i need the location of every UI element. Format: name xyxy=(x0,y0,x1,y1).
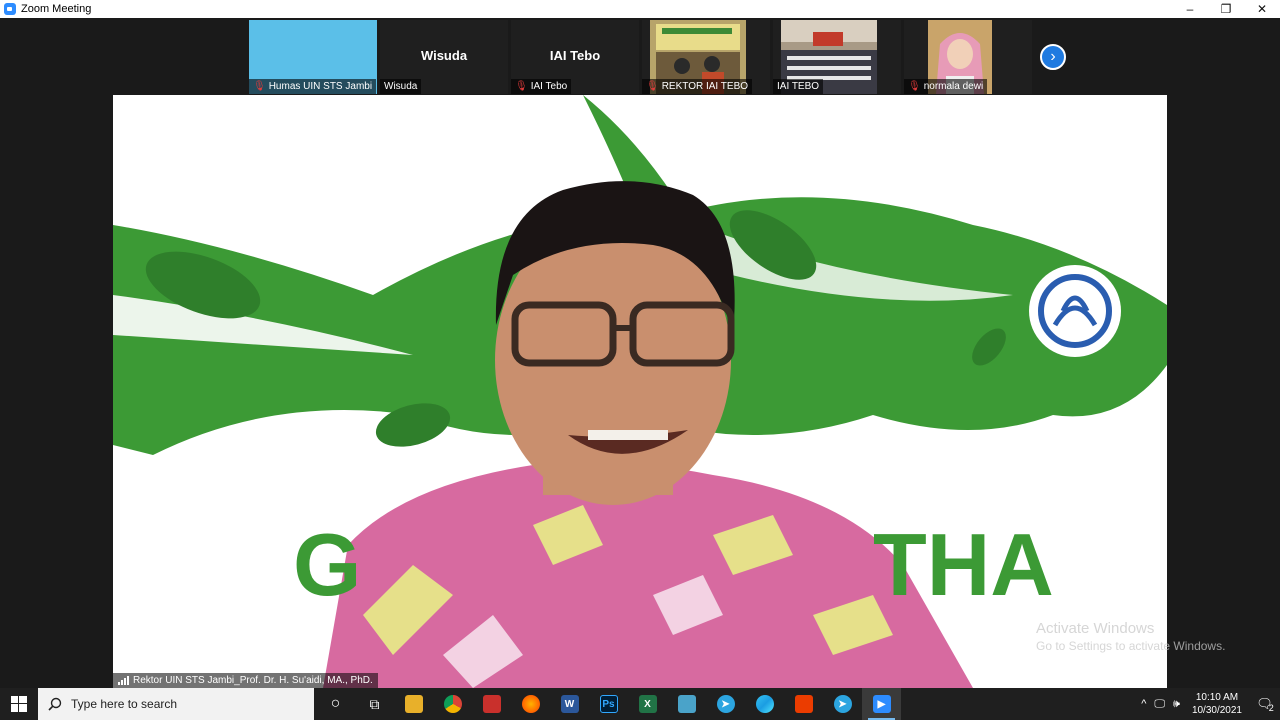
photoshop-icon: Ps xyxy=(599,695,618,713)
network-icon[interactable]: 🖵 xyxy=(1150,698,1169,711)
windows-logo-icon xyxy=(11,696,27,712)
minimize-button[interactable]: – xyxy=(1172,0,1208,18)
telegram-icon: ➤ xyxy=(833,695,852,713)
participant-name-tag: 🎙 REKTOR IAI TEBO xyxy=(642,79,753,94)
search-placeholder: Type here to search xyxy=(71,697,178,711)
taskbar-app-photoshop[interactable]: Ps xyxy=(589,688,628,720)
taskbar-app-zoom[interactable]: ▶ xyxy=(862,688,901,720)
window-controls: – ❐ ✕ xyxy=(1172,0,1280,18)
search-icon xyxy=(48,697,62,711)
mic-muted-icon: 🎙 xyxy=(646,81,659,92)
taskbar-app-word[interactable]: W xyxy=(550,688,589,720)
taskbar-app-chrome[interactable] xyxy=(433,688,472,720)
participant-thumb[interactable]: 🎙 Humas UIN STS Jambi xyxy=(249,20,377,94)
participant-thumb[interactable]: Wisuda Wisuda xyxy=(380,20,508,94)
folder-icon xyxy=(404,695,423,713)
restore-button[interactable]: ❐ xyxy=(1208,0,1244,18)
participant-name-tag: Wisuda xyxy=(380,79,422,94)
taskbar-app-telegram-2[interactable]: ➤ xyxy=(823,688,862,720)
activate-windows-watermark: Activate Windows Go to Settings to activ… xyxy=(1036,620,1225,653)
notifications-button[interactable]: 🗨 2 xyxy=(1250,695,1280,713)
chevron-right-icon: › xyxy=(1050,48,1056,65)
app-icon xyxy=(482,695,501,713)
participant-name-tag: 🎙 Humas UIN STS Jambi xyxy=(249,79,377,94)
active-speaker-video[interactable]: G THA Rektor UIN STS Jambi_Prof. Dr. H. … xyxy=(113,95,1167,688)
start-button[interactable] xyxy=(0,688,38,720)
participant-name: Wisuda xyxy=(384,81,418,92)
show-hidden-icons-button[interactable]: ^ xyxy=(1137,698,1150,710)
app-icon xyxy=(677,695,696,713)
background-letter-left: G xyxy=(293,515,361,614)
taskbar-app-office[interactable] xyxy=(784,688,823,720)
zoom-app-icon xyxy=(4,3,16,15)
participant-name-tag: IAI TEBO xyxy=(773,79,824,94)
speaker-name: Rektor UIN STS Jambi_Prof. Dr. H. Su'aid… xyxy=(133,675,373,686)
cortana-icon: ○ xyxy=(330,695,341,712)
watermark-title: Activate Windows xyxy=(1036,620,1155,637)
watermark-subtitle: Go to Settings to activate Windows. xyxy=(1036,639,1226,653)
volume-icon[interactable]: 🕪 xyxy=(1169,698,1184,711)
taskbar-search-box[interactable]: Type here to search xyxy=(38,688,314,720)
system-tray: ^ 🖵 🕪 10:10 AM 10/30/2021 🗨 2 xyxy=(1137,688,1280,720)
taskbar-app-firefox[interactable] xyxy=(511,688,550,720)
mic-muted-icon: 🎙 xyxy=(515,81,528,92)
participant-thumb[interactable]: 🎙 REKTOR IAI TEBO xyxy=(642,20,770,94)
chrome-icon xyxy=(443,695,462,713)
participant-thumb[interactable]: IAI TEBO xyxy=(773,20,901,94)
meeting-area: 🎙 Humas UIN STS Jambi Wisuda Wisuda IAI … xyxy=(0,18,1280,688)
notification-count: 2 xyxy=(1268,703,1274,713)
taskbar-apps: ○ ⧉ W Ps X ➤ ➤ ▶ xyxy=(316,688,901,720)
office-icon xyxy=(794,695,813,713)
zoom-icon: ▶ xyxy=(872,695,891,713)
participant-name-tag: 🎙 normala dewi xyxy=(904,79,988,94)
taskbar-app-telegram[interactable]: ➤ xyxy=(706,688,745,720)
edge-icon xyxy=(755,695,774,713)
mic-muted-icon: 🎙 xyxy=(253,81,266,92)
firefox-icon xyxy=(521,695,540,713)
taskbar-app-red[interactable] xyxy=(472,688,511,720)
participant-name: IAI TEBO xyxy=(777,81,820,92)
clock-time: 10:10 AM xyxy=(1195,692,1239,703)
participant-name: REKTOR IAI TEBO xyxy=(661,81,749,92)
excel-icon: X xyxy=(638,695,657,713)
taskbar-app-teal[interactable] xyxy=(667,688,706,720)
window-title: Zoom Meeting xyxy=(21,3,92,15)
participant-strip: 🎙 Humas UIN STS Jambi Wisuda Wisuda IAI … xyxy=(249,20,1032,94)
task-view-icon: ⧉ xyxy=(369,695,380,712)
participant-thumb[interactable]: 🎙 normala dewi xyxy=(904,20,1032,94)
participant-name-tag: 🎙 IAI Tebo xyxy=(511,79,572,94)
participant-title: Wisuda xyxy=(420,48,468,63)
signal-strength-icon xyxy=(118,676,129,685)
word-icon: W xyxy=(560,695,579,713)
taskbar-app-excel[interactable]: X xyxy=(628,688,667,720)
windows-taskbar: Type here to search ○ ⧉ W Ps X ➤ ➤ ▶ ^ 🖵… xyxy=(0,688,1280,720)
cortana-button[interactable]: ○ xyxy=(316,688,355,720)
mic-muted-icon: 🎙 xyxy=(908,81,921,92)
background-text: THA xyxy=(873,515,1054,614)
close-button[interactable]: ✕ xyxy=(1244,0,1280,18)
taskbar-app-file-explorer[interactable] xyxy=(394,688,433,720)
task-view-button[interactable]: ⧉ xyxy=(355,688,394,720)
taskbar-clock[interactable]: 10:10 AM 10/30/2021 xyxy=(1184,691,1250,717)
participant-thumb[interactable]: IAI Tebo 🎙 IAI Tebo xyxy=(511,20,639,94)
speaker-name-tag: Rektor UIN STS Jambi_Prof. Dr. H. Su'aid… xyxy=(113,673,378,688)
speaker-video-feed: G THA xyxy=(113,95,1167,688)
participant-name: normala dewi xyxy=(923,81,984,92)
taskbar-app-edge[interactable] xyxy=(745,688,784,720)
participant-name: Humas UIN STS Jambi xyxy=(268,81,373,92)
participant-title: IAI Tebo xyxy=(549,48,601,63)
clock-date: 10/30/2021 xyxy=(1191,705,1242,716)
window-titlebar: Zoom Meeting – ❐ ✕ xyxy=(0,0,1280,18)
telegram-icon: ➤ xyxy=(716,695,735,713)
next-page-button[interactable]: › xyxy=(1040,44,1066,70)
participant-name: IAI Tebo xyxy=(530,81,568,92)
